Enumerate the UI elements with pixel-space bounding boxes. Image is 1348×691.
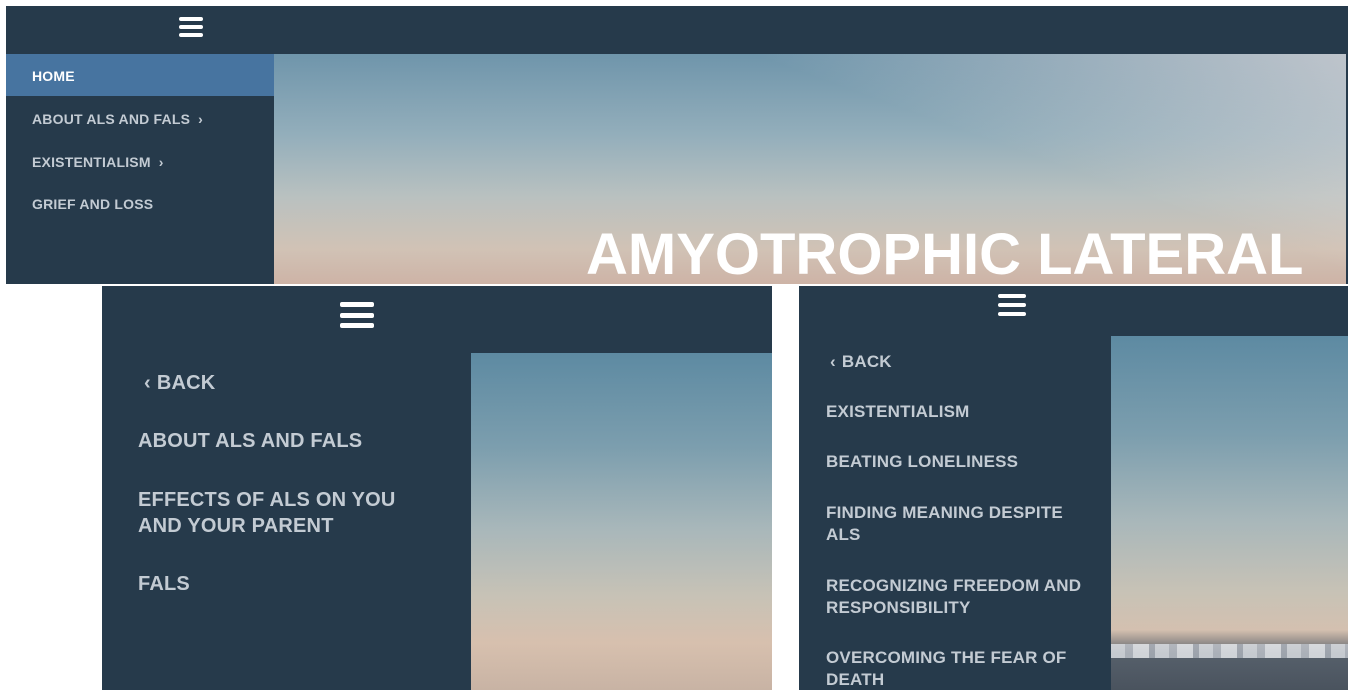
top-screenshot-panel: HOME ABOUT ALS AND FALS › EXISTENTIALISM ›…: [6, 6, 1348, 284]
back-label: BACK: [841, 352, 892, 371]
hero-sky-image: AMYOTROPHIC LATERAL: [274, 54, 1346, 284]
chevron-left-icon: ‹: [144, 372, 151, 394]
background-sky-image: [1111, 336, 1348, 690]
existentialism-submenu-screenshot-panel: ‹ BACK EXISTENTIALISM BEATING LONELINESS …: [799, 286, 1348, 690]
menu-item-existentialism[interactable]: EXISTENTIALISM ›: [32, 154, 164, 170]
menu-item-grief-and-loss[interactable]: GRIEF AND LOSS: [32, 196, 153, 212]
about-submenu-screenshot-panel: ‹ BACK ABOUT ALS AND FALS EFFECTS OF ALS …: [102, 286, 772, 690]
submenu-item-about-als-and-fals[interactable]: ABOUT ALS AND FALS: [138, 430, 362, 453]
top-header-bar: [6, 6, 1348, 54]
menu-item-home-active[interactable]: HOME: [6, 54, 274, 96]
back-label: BACK: [156, 372, 216, 394]
hamburger-menu-icon[interactable]: [179, 17, 203, 37]
submenu-item-effects-of-als[interactable]: EFFECTS OF ALS ON YOU AND YOUR PARENT: [138, 487, 438, 539]
menu-item-label: ABOUT ALS AND FALS: [32, 111, 191, 127]
back-button[interactable]: ‹ BACK: [144, 372, 215, 395]
menu-item-about-als-and-fals[interactable]: ABOUT ALS AND FALS ›: [32, 111, 203, 127]
hero-title: AMYOTROPHIC LATERAL: [586, 222, 1304, 285]
submenu-item-fals[interactable]: FALS: [138, 573, 190, 596]
top-side-menu: HOME ABOUT ALS AND FALS › EXISTENTIALISM ›…: [6, 54, 274, 284]
submenu-item-finding-meaning[interactable]: FINDING MEANING DESPITE ALS: [826, 502, 1096, 546]
chevron-left-icon: ‹: [830, 352, 836, 371]
menu-item-label: GRIEF AND LOSS: [32, 196, 154, 212]
background-sky-image: [471, 353, 772, 690]
hamburger-menu-icon[interactable]: [998, 294, 1026, 316]
hamburger-menu-icon[interactable]: [340, 302, 374, 328]
menu-item-home-label[interactable]: HOME: [32, 68, 75, 84]
submenu-item-beating-loneliness[interactable]: BEATING LONELINESS: [826, 452, 1018, 472]
submenu-item-overcoming-fear[interactable]: OVERCOMING THE FEAR OF DEATH: [826, 647, 1096, 690]
back-button[interactable]: ‹ BACK: [830, 352, 892, 372]
chevron-right-icon: ›: [198, 111, 203, 127]
chevron-right-icon: ›: [158, 154, 164, 170]
cloud-layer: [1111, 630, 1348, 690]
submenu-item-existentialism[interactable]: EXISTENTIALISM: [826, 402, 970, 422]
submenu-item-recognizing-freedom[interactable]: RECOGNIZING FREEDOM AND RESPONSIBILITY: [826, 575, 1096, 619]
menu-item-label: EXISTENTIALISM: [32, 154, 151, 170]
